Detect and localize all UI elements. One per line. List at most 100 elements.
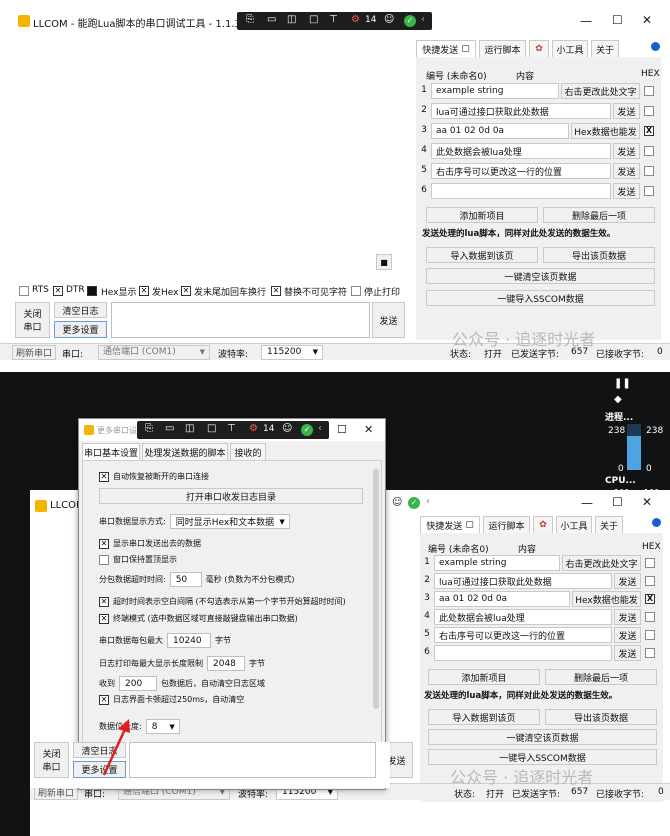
row-num[interactable]: 2 (419, 105, 429, 115)
apps-icon[interactable]: ⚙ (351, 14, 360, 25)
interval-option[interactable]: ✕ 超时时间表示空白间隔 (不勾选表示从第一个字节开始算超时时间) (99, 596, 346, 607)
max-packet-input[interactable]: 10240 (167, 633, 211, 648)
rts-checkbox[interactable] (19, 286, 29, 296)
replace-checkbox[interactable]: ✕ (271, 286, 281, 296)
stop-print-checkbox[interactable] (351, 286, 361, 296)
close-port-button[interactable]: 关闭 串口 (15, 302, 50, 338)
pin-icon[interactable]: ⊤ (329, 14, 338, 25)
send-hex-checkbox[interactable]: ✕ (139, 286, 149, 296)
minimize-icon[interactable]: — (581, 496, 593, 510)
row-hex-checkbox[interactable] (645, 558, 655, 568)
window-top-option[interactable]: 窗口保持置顶显示 (99, 554, 177, 565)
row-num[interactable]: 6 (422, 647, 432, 657)
auto-clear-input[interactable]: 200 (119, 676, 157, 691)
row-num[interactable]: 1 (422, 557, 432, 567)
import-button[interactable]: 导入数据到该页 (426, 247, 538, 263)
row-hex-checkbox[interactable] (644, 106, 654, 116)
row-send-button[interactable]: 发送 (613, 143, 640, 159)
refresh-port-button[interactable]: 刷新串口 (12, 345, 56, 360)
auto-reconnect-option[interactable]: ✕ 自动恢复被断开的串口连接 (99, 471, 209, 482)
newline-checkbox[interactable]: ✕ (181, 286, 191, 296)
row-num[interactable]: 6 (419, 185, 429, 195)
pause-icon[interactable]: ❚❚ (614, 378, 631, 389)
close-icon[interactable]: ✕ (642, 13, 652, 27)
row-send-button[interactable]: 发送 (613, 103, 640, 119)
send-input[interactable] (129, 742, 376, 778)
row-num[interactable]: 4 (422, 611, 432, 621)
row-num[interactable]: 1 (419, 85, 429, 95)
check-icon[interactable]: ✓ (404, 15, 416, 27)
tab-tools[interactable]: 小工具 (556, 516, 592, 533)
data-bits-select[interactable]: 8 ▼ (145, 719, 180, 734)
tab-quick-send[interactable]: 快捷发送 ▢ (420, 516, 480, 533)
row-hex-checkbox[interactable] (644, 186, 654, 196)
row-send-button[interactable]: 右击更改此处文字 (562, 555, 641, 571)
maximize-icon[interactable]: ☐ (612, 495, 623, 509)
row-send-button[interactable]: 发送 (614, 573, 641, 589)
open-log-dir-button[interactable]: 打开串口收发日志目录 (99, 488, 363, 504)
delete-last-button[interactable]: 删除最后一项 (543, 207, 655, 223)
display-mode-select[interactable]: 同时显示Hex和文本数据 ▼ (169, 514, 290, 529)
row-input[interactable]: 此处数据会被lua处理 (434, 609, 612, 625)
row-num[interactable]: 3 (419, 125, 429, 135)
close-icon[interactable]: ✕ (642, 495, 652, 509)
hex-display-checkbox[interactable] (87, 286, 97, 296)
row-num[interactable]: 5 (422, 629, 432, 639)
row-num[interactable]: 4 (419, 145, 429, 155)
row-hex-checkbox[interactable] (644, 146, 654, 156)
log-limit-input[interactable]: 2048 (207, 656, 245, 671)
lag-clear-option[interactable]: ✕ 日志界面卡顿超过250ms，自动清空 (99, 694, 244, 705)
screenshot-icon[interactable]: ⎘ (145, 423, 153, 434)
row-input[interactable]: 右击序号可以更改这一行的位置 (431, 163, 611, 179)
accessibility-icon[interactable]: ☺ (392, 497, 402, 508)
row-hex-checkbox[interactable] (644, 86, 654, 96)
row-hex-checkbox[interactable] (644, 166, 654, 176)
row-input[interactable] (434, 645, 612, 661)
send-input[interactable] (111, 302, 370, 338)
row-send-button[interactable]: 发送 (613, 183, 640, 199)
row-hex-checkbox[interactable] (645, 648, 655, 658)
row-input[interactable]: 右击序号可以更改这一行的位置 (434, 627, 612, 643)
row-hex-checkbox[interactable]: X (644, 126, 654, 136)
accessibility-icon[interactable]: ☺ (282, 423, 292, 434)
import-sscom-button[interactable]: 一键导入SSCOM数据 (428, 749, 657, 765)
frame-icon[interactable]: □ (207, 423, 216, 434)
row-hex-checkbox[interactable] (645, 612, 655, 622)
row-input[interactable]: example string (431, 83, 559, 99)
info-icon[interactable] (652, 518, 661, 527)
timeout-input[interactable]: 50 (169, 572, 202, 587)
show-sent-option[interactable]: ✕ 显示串口发送出去的数据 (99, 538, 201, 549)
row-input[interactable]: aa 01 02 0d 0a (431, 123, 569, 139)
collapse-icon[interactable]: ‹ (421, 14, 425, 25)
row-send-button[interactable]: 发送 (614, 627, 641, 643)
row-input[interactable]: lua可通过接口获取此处数据 (434, 573, 612, 589)
log-area[interactable] (15, 40, 410, 277)
row-send-button[interactable]: Hex数据也能发 (572, 591, 641, 607)
row-hex-checkbox[interactable] (645, 576, 655, 586)
row-input[interactable]: aa 01 02 0d 0a (434, 591, 570, 607)
scrollbar[interactable] (373, 469, 379, 709)
tab-run-script[interactable]: 运行脚本 (483, 516, 530, 533)
tab-about[interactable]: 关于 (591, 40, 619, 57)
export-button[interactable]: 导出该页数据 (543, 247, 655, 263)
port-select[interactable]: 通信端口 (COM1) ▼ (98, 345, 210, 360)
import-sscom-button[interactable]: 一键导入SSCOM数据 (426, 290, 655, 306)
lock-button[interactable]: ■ (376, 254, 392, 270)
baud-select[interactable]: 115200 ▼ (261, 345, 323, 360)
row-send-button[interactable]: 发送 (613, 163, 640, 179)
row-hex-checkbox[interactable] (645, 630, 655, 640)
info-icon[interactable] (651, 42, 660, 51)
row-input[interactable] (431, 183, 611, 199)
clear-page-button[interactable]: 一键清空该页数据 (428, 729, 657, 745)
row-send-button[interactable]: 发送 (614, 645, 641, 661)
row-input[interactable]: lua可通过接口获取此处数据 (431, 103, 611, 119)
accessibility-icon[interactable]: ☺ (384, 14, 394, 25)
row-send-button[interactable]: 右击更改此处文字 (561, 83, 640, 99)
clear-page-button[interactable]: 一键清空该页数据 (426, 268, 655, 284)
tab-run-script[interactable]: 运行脚本 (479, 40, 526, 57)
window-icon[interactable]: ◫ (287, 14, 296, 25)
dialog-tab-send-script[interactable]: 处理发送数据的脚本 (142, 443, 228, 460)
export-button[interactable]: 导出该页数据 (545, 709, 657, 725)
tab-about[interactable]: 关于 (595, 516, 623, 533)
row-num[interactable]: 5 (419, 165, 429, 175)
